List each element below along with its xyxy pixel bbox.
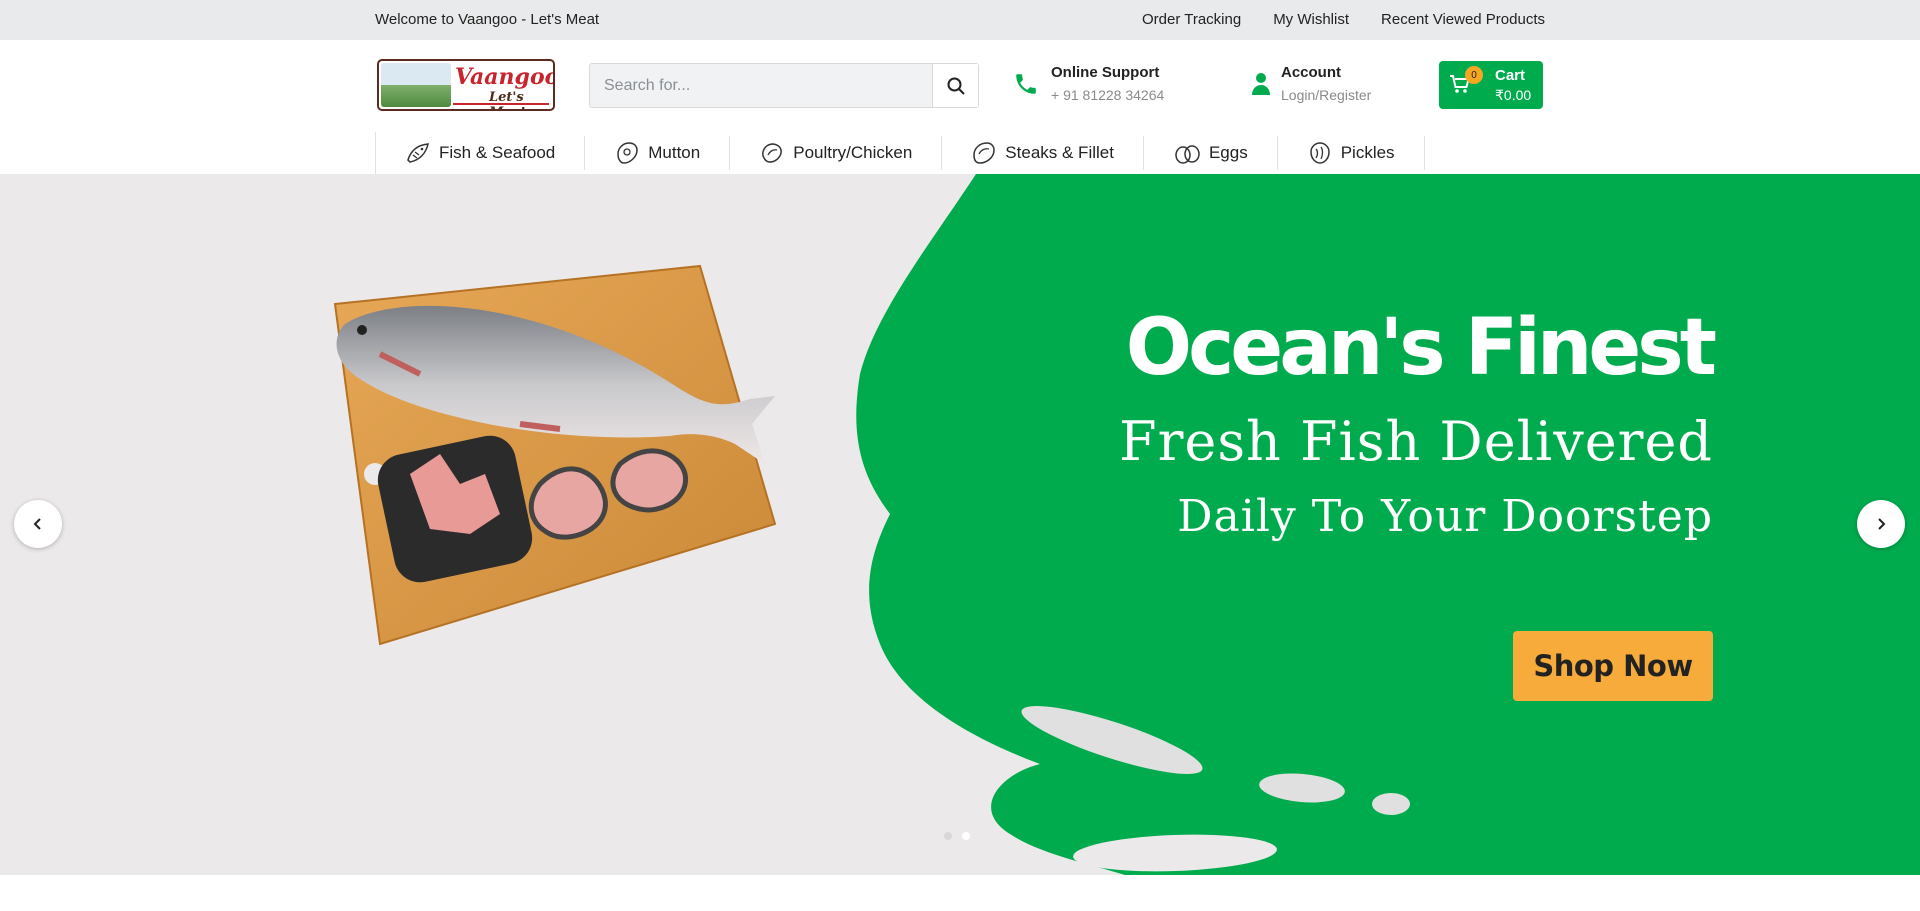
eggs-icon — [1175, 145, 1200, 164]
welcome-text: Welcome to Vaangoo - Let's Meat — [375, 11, 600, 28]
nav-item-steaks-fillet[interactable]: Steaks & Fillet — [942, 136, 1144, 170]
nav-item-fish-seafood[interactable]: Fish & Seafood — [376, 136, 586, 170]
hero-line-2: Daily To Your Doorstep — [1177, 491, 1713, 542]
user-icon — [1252, 72, 1270, 95]
search-input[interactable] — [590, 64, 932, 107]
hero-copy: Ocean's Finest Fresh Fish Delivered Dail… — [1119, 303, 1717, 544]
logo-brand: Vaangoo — [455, 64, 555, 90]
nav-label: Poultry/Chicken — [793, 143, 913, 162]
slider-dot-1[interactable] — [944, 832, 952, 840]
account-menu[interactable]: Account Login/Register — [1251, 64, 1371, 103]
slider-prev-button[interactable] — [14, 500, 62, 548]
top-links: Order Tracking My Wishlist Recent Viewed… — [1142, 11, 1545, 28]
slider-dots — [944, 832, 970, 840]
hero-line-1: Fresh Fish Delivered — [1119, 410, 1713, 473]
nav-item-eggs[interactable]: Eggs — [1144, 136, 1278, 170]
steak-icon — [973, 142, 996, 164]
chicken-icon — [762, 143, 783, 163]
chevron-right-icon — [1878, 518, 1886, 530]
fish-icon — [407, 143, 429, 163]
hero-headline: Ocean's Finest — [1125, 303, 1717, 393]
nav-label: Steaks & Fillet — [1005, 143, 1114, 162]
order-tracking-link[interactable]: Order Tracking — [1142, 11, 1241, 28]
account-title: Account — [1281, 64, 1341, 81]
nav-item-poultry-chicken[interactable]: Poultry/Chicken — [730, 136, 943, 170]
support-phone: + 91 81228 34264 — [1051, 87, 1165, 103]
site-logo[interactable]: Vaangoo Let's Meat — [377, 59, 555, 111]
nav-label: Fish & Seafood — [439, 143, 556, 162]
fish-cutting-board-image — [333, 264, 777, 646]
hero-slider: Ocean's Finest Fresh Fish Delivered Dail… — [0, 174, 1920, 875]
phone-icon — [1016, 73, 1036, 94]
logo-tagline: Let's Meat — [489, 90, 526, 109]
nav-label: Mutton — [648, 143, 701, 162]
login-register-link[interactable]: Login/Register — [1281, 87, 1371, 103]
nav-item-mutton[interactable]: Mutton — [585, 136, 731, 170]
shop-now-button[interactable]: Shop Now — [1513, 631, 1713, 701]
top-bar: Welcome to Vaangoo - Let's Meat Order Tr… — [0, 0, 1920, 40]
mutton-icon — [617, 142, 639, 164]
logo-underline — [453, 103, 549, 105]
slider-next-button[interactable] — [1857, 500, 1905, 548]
recent-viewed-link[interactable]: Recent Viewed Products — [1381, 11, 1545, 28]
nav-item-pickles[interactable]: Pickles — [1278, 136, 1425, 170]
pickles-icon — [1309, 142, 1330, 164]
nav-label: Pickles — [1340, 143, 1395, 162]
cart-label: Cart — [1495, 67, 1526, 84]
cart-count-badge: 0 — [1465, 66, 1483, 84]
category-nav: Fish & Seafood Mutton Poultry/Chicken St… — [375, 132, 1425, 174]
cart-button[interactable]: 0 Cart ₹0.00 — [1439, 61, 1543, 109]
my-wishlist-link[interactable]: My Wishlist — [1273, 11, 1349, 28]
search-button[interactable] — [932, 64, 978, 107]
logo-image — [381, 63, 451, 107]
search-bar — [589, 63, 979, 108]
online-support[interactable]: Online Support + 91 81228 34264 — [1013, 64, 1164, 103]
slider-dot-2[interactable] — [962, 832, 970, 840]
header: Vaangoo Let's Meat Online Support + 91 8… — [0, 40, 1920, 174]
chevron-left-icon — [33, 518, 41, 530]
cart-amount: ₹0.00 — [1495, 87, 1532, 103]
search-icon — [947, 77, 965, 95]
nav-label: Eggs — [1208, 143, 1248, 162]
support-title: Online Support — [1051, 64, 1160, 81]
